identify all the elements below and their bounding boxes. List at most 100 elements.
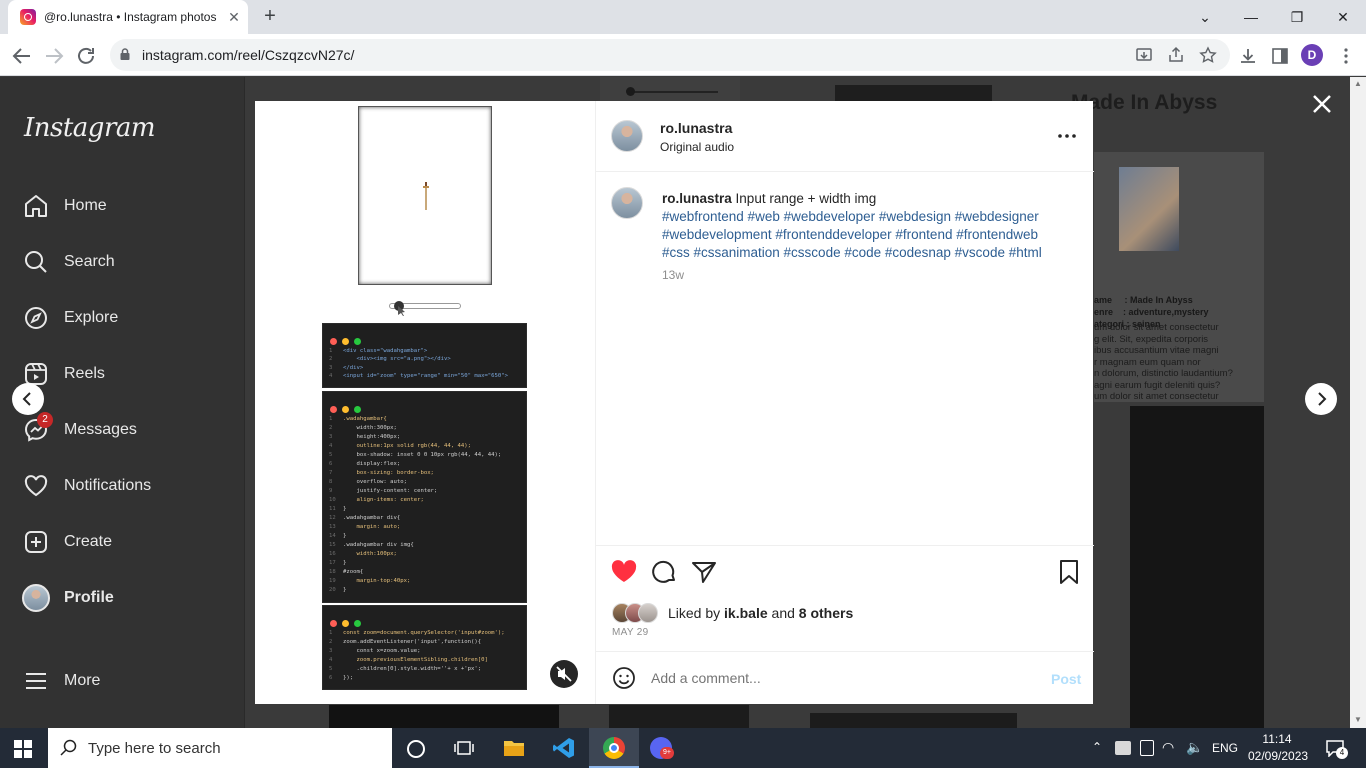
minimize-button[interactable]: — (1238, 4, 1264, 30)
more-options-button[interactable] (1056, 127, 1078, 145)
forward-button[interactable] (42, 44, 66, 68)
caption-username[interactable]: ro.lunastra (662, 191, 732, 206)
back-button[interactable] (10, 44, 34, 68)
language-indicator[interactable]: ENG (1212, 741, 1238, 755)
downloads-icon[interactable] (1238, 46, 1258, 66)
author-username[interactable]: ro.lunastra (660, 120, 732, 136)
browser-tab[interactable]: @ro.lunastra • Instagram photos ✕ (8, 0, 248, 34)
restore-button[interactable]: ❐ (1284, 4, 1310, 30)
caption-text: Input range + width img (735, 191, 877, 206)
code-line: 18 #zoom{ (329, 569, 364, 575)
wifi-icon[interactable]: ◠ (1162, 739, 1174, 756)
install-app-icon[interactable] (1135, 46, 1153, 64)
reload-button[interactable] (74, 44, 98, 68)
lock-icon[interactable] (120, 48, 130, 60)
tab-title: @ro.lunastra • Instagram photos (44, 10, 217, 24)
chevron-right-icon (1318, 392, 1327, 406)
code-line: 4 outline:1px solid rgb(44, 44, 44); (329, 443, 471, 449)
divider (596, 171, 1094, 172)
scroll-up-icon[interactable]: ▲ (1354, 79, 1362, 88)
sidebar-item-more[interactable]: More (0, 659, 245, 703)
author-avatar[interactable] (611, 120, 643, 152)
address-bar[interactable]: instagram.com/reel/CszqzcvN27c/ (110, 39, 1230, 71)
sidebar-item-label: Reels (64, 365, 105, 382)
sidebar-item-create[interactable]: Create (0, 520, 245, 564)
liked-others[interactable]: 8 others (799, 605, 853, 621)
like-button[interactable] (610, 558, 638, 586)
device-icon[interactable] (1140, 740, 1154, 756)
code-line: 3 height:400px; (329, 434, 401, 440)
sidebar-item-search[interactable]: Search (0, 240, 245, 284)
share-button[interactable] (690, 558, 718, 586)
menu-icon (22, 667, 50, 695)
bookmark-star-icon[interactable] (1199, 46, 1217, 64)
bg-code-card (835, 85, 992, 101)
notification-center-icon[interactable]: 4 (1325, 739, 1348, 759)
profile-avatar (22, 584, 50, 612)
chrome-taskbar-button[interactable] (589, 728, 639, 768)
post-date[interactable]: MAY 29 (612, 627, 648, 638)
close-modal-button[interactable] (1309, 91, 1335, 117)
instagram-logo[interactable]: Instagram (24, 113, 156, 143)
save-button[interactable] (1056, 558, 1082, 586)
caption: ro.lunastra Input range + width img #web… (662, 190, 1082, 262)
previous-post-button[interactable] (12, 383, 44, 415)
caption-hashtags[interactable]: #css #cssanimation #csscode #code #codes… (662, 244, 1082, 262)
sidebar-item-label: Messages (64, 421, 137, 438)
sidebar-item-notifications[interactable]: Notifications (0, 464, 245, 508)
side-panel-icon[interactable] (1270, 46, 1290, 66)
page-scrollbar[interactable]: ▲ ▼ (1350, 77, 1366, 728)
audio-label[interactable]: Original audio (660, 140, 734, 154)
caption-avatar[interactable] (611, 187, 643, 219)
bookmark-icon (1060, 560, 1078, 584)
windows-start-icon[interactable] (14, 740, 32, 758)
new-tab-button[interactable]: + (258, 6, 282, 28)
code-line: 12 .wadahgambar div{ (329, 515, 401, 521)
battery-icon[interactable] (1115, 741, 1131, 755)
taskbar-search-box[interactable]: Type here to search (48, 728, 392, 768)
close-window-button[interactable]: ✕ (1330, 4, 1356, 30)
browser-menu-icon[interactable] (1336, 46, 1356, 66)
clock[interactable]: 11:14 02/09/2023 (1248, 731, 1308, 765)
code-line: 4 zoom.previousElementSibling.children[0… (329, 657, 488, 663)
next-post-button[interactable] (1305, 383, 1337, 415)
code-line: 20} (329, 587, 347, 593)
show-hidden-icons[interactable]: ⌃ (1092, 740, 1102, 754)
post-comment-button[interactable]: Post (1051, 671, 1081, 687)
liker-avatars[interactable] (612, 603, 658, 623)
instagram-page: Instagram Home Search Explore Reels 2 Me… (0, 77, 1350, 728)
code-line: 11} (329, 506, 347, 512)
url-text: instagram.com/reel/CszqzcvN27c/ (142, 47, 355, 63)
code-line: 7 box-sizing: border-box; (329, 470, 434, 476)
sidebar-item-label: Notifications (64, 477, 152, 494)
browser-profile-avatar[interactable]: D (1301, 44, 1323, 66)
divider (596, 545, 1094, 546)
caption-hashtags[interactable]: #webfrontend #web #webdeveloper #webdesi… (662, 208, 1082, 226)
sidebar-item-profile[interactable]: Profile (0, 576, 245, 620)
discord-icon[interactable]: 9+ (650, 737, 674, 759)
reel-video[interactable]: 1 <div class="wadahgambar"> 2 <div><img s… (255, 101, 595, 704)
create-icon (22, 528, 50, 556)
volume-icon[interactable]: 🔈 (1186, 739, 1203, 756)
scroll-down-icon[interactable]: ▼ (1354, 715, 1362, 724)
more-horizontal-icon (1058, 134, 1076, 138)
taskbar-search-placeholder: Type here to search (88, 740, 221, 757)
mute-button[interactable] (550, 660, 578, 688)
comment-button[interactable] (650, 558, 678, 586)
file-explorer-icon[interactable] (503, 738, 525, 758)
share-icon[interactable] (1167, 46, 1185, 64)
vscode-icon[interactable] (553, 737, 575, 759)
search-icon (60, 739, 78, 757)
post-modal: 1 <div class="wadahgambar"> 2 <div><img s… (255, 101, 1094, 704)
tab-search-icon[interactable]: ⌄ (1192, 4, 1218, 30)
sidebar-item-explore[interactable]: Explore (0, 296, 245, 340)
caption-hashtags[interactable]: #webdevelopment #frontenddeveloper #fron… (662, 226, 1082, 244)
cortana-icon[interactable] (407, 740, 425, 758)
comment-input[interactable] (651, 667, 1031, 689)
sidebar-item-home[interactable]: Home (0, 184, 245, 228)
emoji-button[interactable] (612, 666, 636, 690)
tab-close-icon[interactable]: ✕ (226, 9, 242, 25)
likes-summary: Liked by ik.bale and 8 others (668, 605, 853, 621)
task-view-icon[interactable] (454, 739, 474, 757)
liked-user[interactable]: ik.bale (724, 605, 768, 621)
